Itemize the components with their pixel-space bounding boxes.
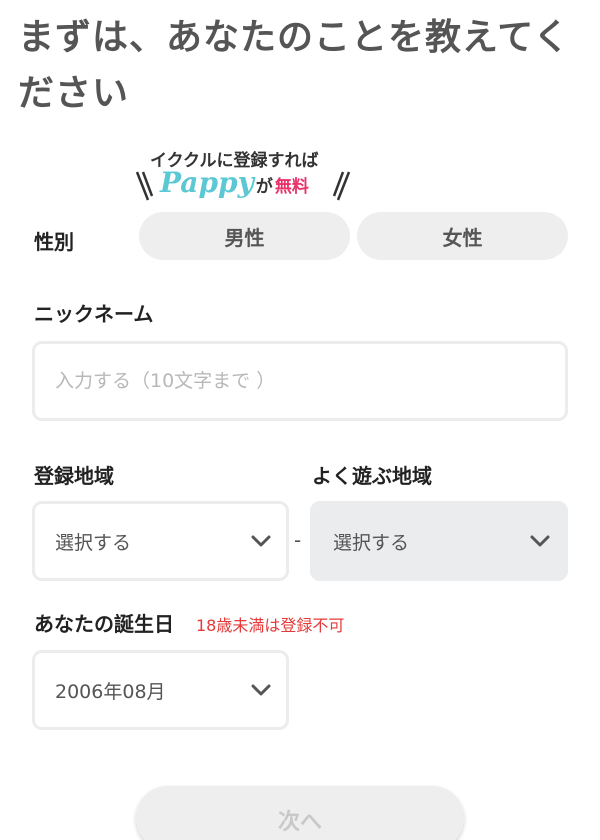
pappy-logo: Pappy	[160, 166, 254, 199]
gender-label: 性別	[34, 230, 74, 254]
chevron-down-icon	[251, 684, 271, 696]
nickname-label: ニックネーム	[34, 302, 154, 326]
promo-banner: イククルに登録すれば Pappy が無料	[128, 144, 358, 206]
region-label: 登録地域	[34, 464, 114, 488]
region-separator: -	[294, 528, 302, 552]
slash-left-icon	[135, 171, 154, 201]
chevron-down-icon	[251, 535, 271, 547]
birthday-select[interactable]: 2006年08月	[32, 650, 289, 730]
play-area-select[interactable]: 選択する	[310, 501, 568, 581]
promo-free: 無料	[274, 177, 309, 197]
play-area-label: よく遊ぶ地域	[312, 464, 432, 488]
play-area-select-value: 選択する	[333, 531, 410, 554]
slash-right-icon	[332, 171, 351, 201]
promo-ga: が	[255, 177, 273, 197]
page-title-line1: まずは、あなたのことを教えてく	[18, 17, 571, 58]
page-title: まずは、あなたのことを教えてく ださい	[18, 10, 588, 122]
page-title-line2: ださい	[18, 73, 130, 114]
gender-male-button[interactable]: 男性	[139, 212, 350, 260]
next-button[interactable]: 次へ	[136, 786, 464, 840]
birthday-select-value: 2006年08月	[55, 680, 166, 703]
region-select-value: 選択する	[55, 531, 132, 554]
chevron-down-icon	[530, 535, 550, 547]
region-select[interactable]: 選択する	[32, 501, 289, 581]
birthday-label: あなたの誕生日	[34, 612, 174, 636]
nickname-input[interactable]	[35, 370, 565, 392]
promo-brand-line: Pappy が無料	[160, 166, 309, 199]
gender-female-button[interactable]: 女性	[357, 212, 568, 260]
age-warning: 18歳未満は登録不可	[196, 616, 345, 635]
nickname-field	[32, 341, 568, 421]
registration-page: まずは、あなたのことを教えてく ださい イククルに登録すれば Pappy が無料 …	[0, 0, 600, 840]
